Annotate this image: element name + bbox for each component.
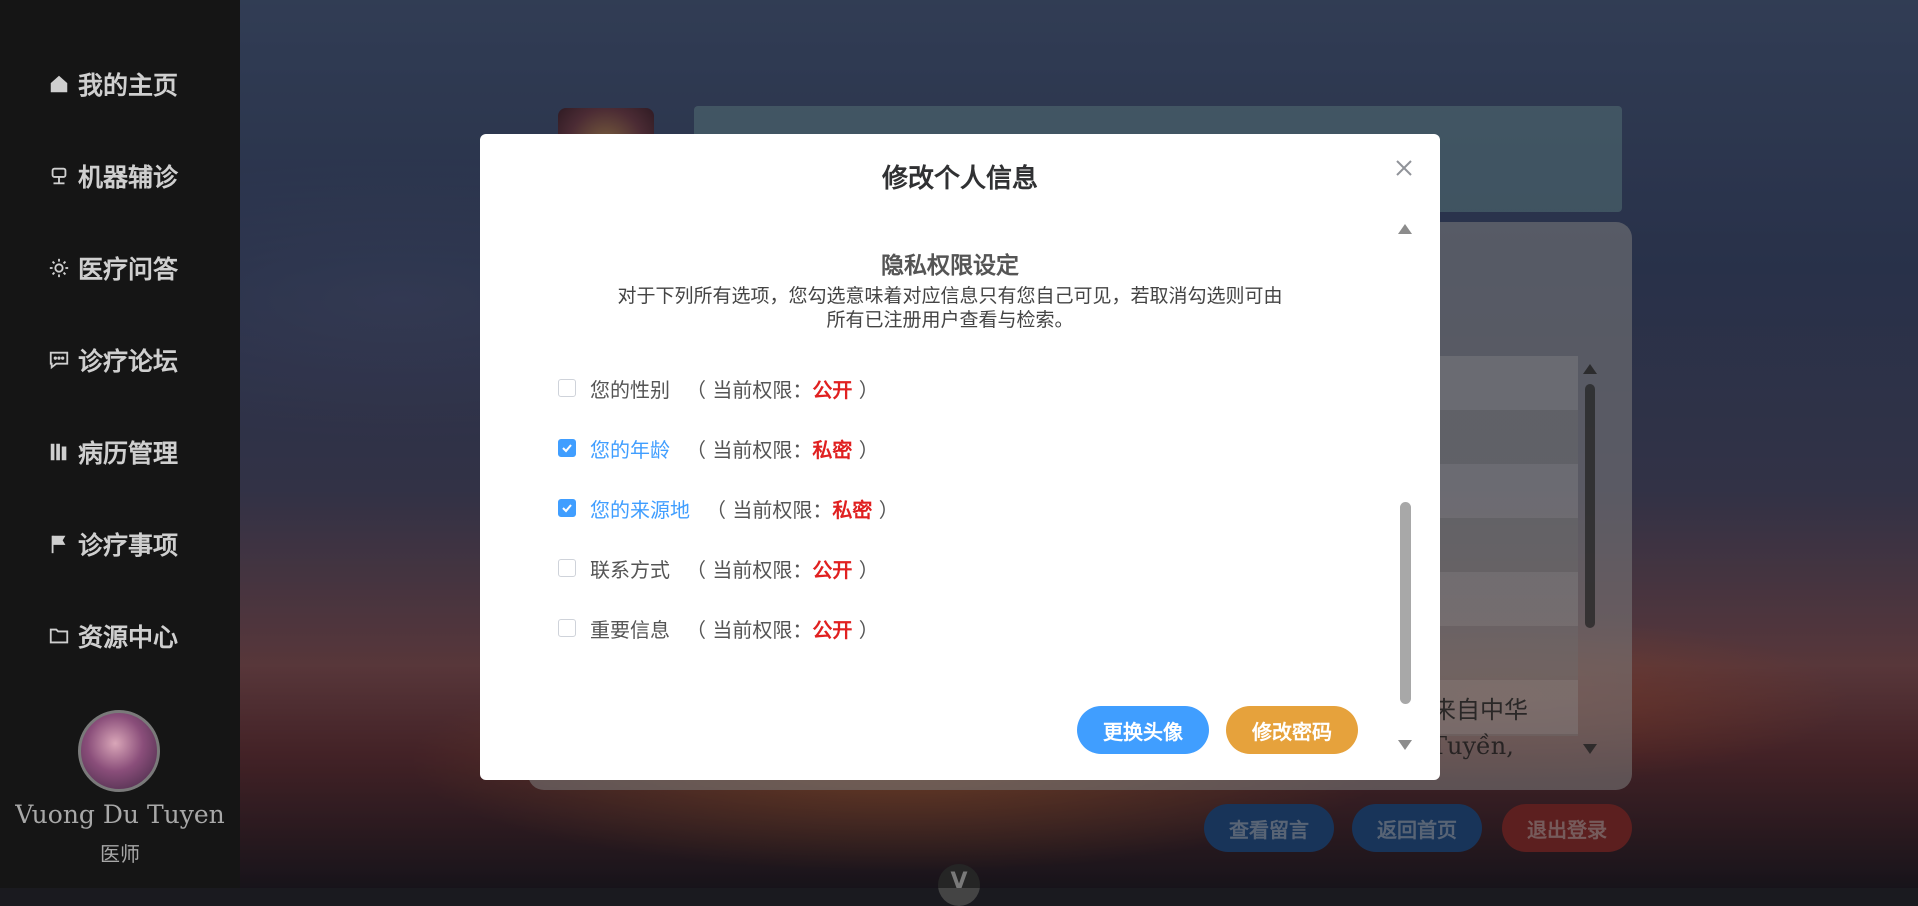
permission-status-suffix: ） — [852, 377, 879, 402]
sidebar-item-label: 我的主页 — [78, 71, 179, 100]
sidebar-item-medical-qa[interactable]: 医疗问答 — [48, 248, 178, 288]
dialog-title: 修改个人信息 — [881, 164, 1038, 194]
dialog-scrollbar-thumb[interactable] — [1400, 502, 1411, 704]
permission-status-suffix: ） — [852, 437, 879, 462]
books-icon — [50, 443, 67, 461]
permission-label[interactable]: 您的来源地 — [590, 494, 690, 523]
permission-checkbox[interactable] — [558, 379, 576, 397]
permission-status-suffix: ） — [872, 497, 899, 522]
permission-checkbox[interactable] — [558, 619, 576, 637]
permission-status-suffix: ） — [852, 617, 879, 642]
permission-value: 私密 — [832, 497, 873, 522]
change-password-button[interactable]: 修改密码 — [1226, 706, 1358, 754]
checkmark-icon — [562, 504, 572, 513]
sun-icon — [49, 258, 69, 278]
permission-value: 公开 — [812, 557, 853, 582]
sidebar-item-label: 病历管理 — [78, 439, 179, 468]
sidebar-item-machine-diagnosis[interactable]: 机器辅诊 — [48, 156, 178, 196]
permission-label[interactable]: 重要信息 — [590, 614, 670, 643]
dialog-scroll-down-icon[interactable] — [1398, 740, 1412, 750]
permission-status-prefix: （ 当前权限： — [686, 617, 813, 642]
close-icon[interactable] — [1392, 156, 1416, 180]
sidebar-item-forum[interactable]: 诊疗论坛 — [48, 340, 178, 380]
user-role: 医师 — [100, 842, 140, 866]
sidebar-item-label: 机器辅诊 — [78, 163, 179, 192]
dialog-scroll-up-icon[interactable] — [1398, 224, 1412, 234]
permission-status: （ 当前权限：私密 ） — [686, 434, 879, 463]
sidebar-item-records[interactable]: 病历管理 — [48, 432, 178, 472]
permission-value: 私密 — [812, 437, 853, 462]
permission-status-prefix: （ 当前权限： — [686, 437, 813, 462]
permission-row[interactable]: 您的来源地 （ 当前权限：私密 ） — [558, 494, 899, 522]
permission-row[interactable]: 您的性别 （ 当前权限：公开 ） — [558, 374, 879, 402]
permission-status-prefix: （ 当前权限： — [686, 377, 813, 402]
permission-value: 公开 — [812, 617, 853, 642]
edit-profile-dialog: 修改个人信息 隐私权限设定 对于下列所有选项，您勾选意味着对应信息只有您自己可见… — [480, 134, 1440, 780]
sidebar: 我的主页 机器辅诊 医疗问答 诊疗论坛 病历管理 诊疗事项 资源中心 Vuong… — [0, 0, 240, 888]
sidebar-item-label: 诊疗事项 — [78, 531, 179, 560]
user-name: Vuong Du Tuyen — [15, 800, 225, 829]
permission-status: （ 当前权限：私密 ） — [706, 494, 899, 523]
checkmark-icon — [562, 444, 572, 453]
permission-status-suffix: ） — [852, 557, 879, 582]
sidebar-item-matters[interactable]: 诊疗事项 — [48, 524, 178, 564]
permission-row[interactable]: 重要信息 （ 当前权限：公开 ） — [558, 614, 879, 642]
permission-row[interactable]: 您的年龄 （ 当前权限：私密 ） — [558, 434, 879, 462]
permission-status-prefix: （ 当前权限： — [706, 497, 833, 522]
privacy-section-title: 隐私权限设定 — [881, 253, 1019, 279]
sidebar-item-label: 医疗问答 — [78, 255, 179, 284]
folder-icon — [49, 628, 69, 644]
permission-label[interactable]: 联系方式 — [590, 554, 670, 583]
permission-label[interactable]: 您的性别 — [590, 374, 670, 403]
permission-status-prefix: （ 当前权限： — [686, 557, 813, 582]
permission-status: （ 当前权限：公开 ） — [686, 614, 879, 643]
sidebar-item-label: 诊疗论坛 — [78, 347, 179, 376]
permission-checkbox[interactable] — [558, 439, 576, 457]
change-avatar-button[interactable]: 更换头像 — [1077, 706, 1209, 754]
privacy-section-description: 对于下列所有选项，您勾选意味着对应信息只有您自己可见，若取消勾选则可由所有已注册… — [617, 285, 1283, 331]
sidebar-item-home[interactable]: 我的主页 — [48, 64, 178, 104]
permission-checkbox[interactable] — [558, 559, 576, 577]
permission-checkbox[interactable] — [558, 499, 576, 517]
chat-icon — [49, 351, 69, 370]
permission-status: （ 当前权限：公开 ） — [686, 374, 879, 403]
avatar[interactable] — [78, 710, 160, 792]
flag-icon — [51, 535, 66, 554]
sidebar-item-label: 资源中心 — [78, 623, 179, 652]
permission-row[interactable]: 联系方式 （ 当前权限：公开 ） — [558, 554, 879, 582]
permission-status: （ 当前权限：公开 ） — [686, 554, 879, 583]
permission-label[interactable]: 您的年龄 — [590, 434, 670, 463]
sidebar-item-resources[interactable]: 资源中心 — [48, 616, 178, 656]
home-icon — [50, 75, 68, 93]
permission-value: 公开 — [812, 377, 853, 402]
robot-icon — [51, 167, 67, 185]
